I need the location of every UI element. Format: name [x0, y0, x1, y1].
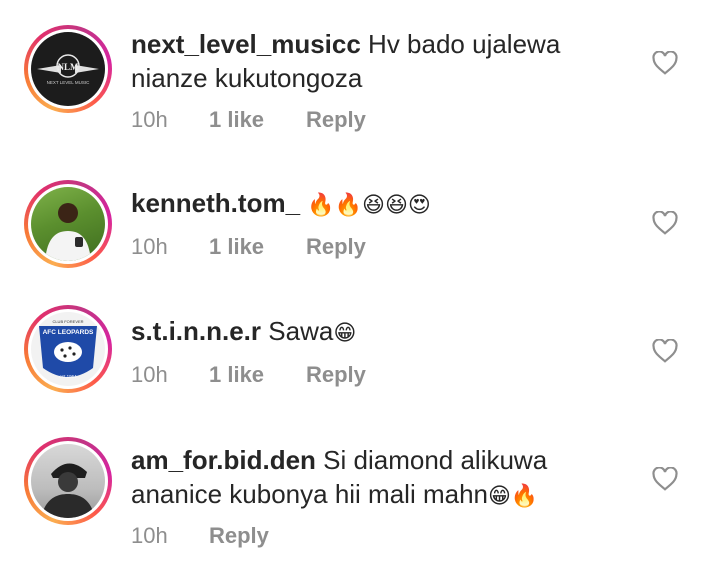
comment-username[interactable]: kenneth.tom_: [131, 188, 300, 218]
heart-outline-icon[interactable]: [652, 467, 678, 491]
comment-body: next_level_musicc Hv bado ujalewa nianze…: [131, 27, 601, 95]
comment-text-cont: nianze kukutongoza: [131, 63, 363, 93]
comment-meta: 10h 1 like Reply: [131, 362, 366, 388]
comment-meta: 10h 1 like Reply: [131, 234, 366, 260]
comment-time: 10h: [131, 523, 168, 548]
comment-text: Si diamond alikuwa: [323, 445, 548, 475]
club-crest-image: CLUB FOREVER AFC LEOPARDS est.1964: [39, 319, 97, 379]
reply-button[interactable]: Reply: [306, 234, 366, 260]
avatar[interactable]: [31, 187, 105, 261]
comment-likes[interactable]: 1 like: [209, 107, 306, 133]
reply-button[interactable]: Reply: [209, 523, 269, 549]
comment-username[interactable]: am_for.bid.den: [131, 445, 316, 475]
comment-text: Sawa: [268, 316, 334, 346]
comment-text-cont: ananice kubonya hii mali mahn: [131, 479, 488, 509]
comment-username[interactable]: s.t.i.n.n.e.r: [131, 316, 261, 346]
comment-emoji: 😁🔥: [488, 484, 539, 509]
comment-text: Hv bado ujalewa: [368, 29, 561, 59]
avatar-story-ring[interactable]: CLUB FOREVER AFC LEOPARDS est.1964: [24, 305, 112, 393]
nlm-logo-image: NLM NEXT LEVEL MUSIC: [37, 54, 99, 85]
avatar[interactable]: [31, 444, 105, 518]
comment-emoji: 🔥🔥😆😆😍: [307, 193, 431, 218]
person-photo-image: [41, 463, 95, 518]
avatar-story-ring[interactable]: [24, 437, 112, 525]
svg-text:est.1964: est.1964: [59, 374, 77, 379]
comment-username[interactable]: next_level_musicc: [131, 29, 361, 59]
comment-emoji: 😁: [333, 321, 357, 346]
person-photo-image: [45, 203, 91, 261]
heart-outline-icon[interactable]: [652, 51, 678, 75]
svg-text:NLM: NLM: [58, 62, 80, 72]
comment-time: 10h: [131, 107, 168, 132]
comment-time: 10h: [131, 362, 168, 387]
svg-text:AFC LEOPARDS: AFC LEOPARDS: [43, 329, 94, 336]
reply-button[interactable]: Reply: [306, 362, 366, 388]
avatar[interactable]: CLUB FOREVER AFC LEOPARDS est.1964: [31, 312, 105, 386]
svg-text:NEXT LEVEL MUSIC: NEXT LEVEL MUSIC: [47, 80, 91, 85]
avatar-story-ring[interactable]: NLM NEXT LEVEL MUSIC: [24, 25, 112, 113]
comment-time: 10h: [131, 234, 168, 259]
comment-meta: 10h Reply: [131, 523, 269, 549]
comment-body: kenneth.tom_ 🔥🔥😆😆😍: [131, 186, 601, 223]
comment-body: am_for.bid.den Si diamond alikuwa ananic…: [131, 443, 601, 514]
comment-likes[interactable]: 1 like: [209, 362, 306, 388]
reply-button[interactable]: Reply: [306, 107, 366, 133]
comment-body: s.t.i.n.n.e.r Sawa😁: [131, 314, 601, 351]
comment-likes[interactable]: 1 like: [209, 234, 306, 260]
comment-meta: 10h 1 like Reply: [131, 107, 366, 133]
svg-text:CLUB FOREVER: CLUB FOREVER: [52, 319, 83, 324]
heart-outline-icon[interactable]: [652, 211, 678, 235]
avatar[interactable]: NLM NEXT LEVEL MUSIC: [31, 32, 105, 106]
avatar-story-ring[interactable]: [24, 180, 112, 268]
heart-outline-icon[interactable]: [652, 339, 678, 363]
